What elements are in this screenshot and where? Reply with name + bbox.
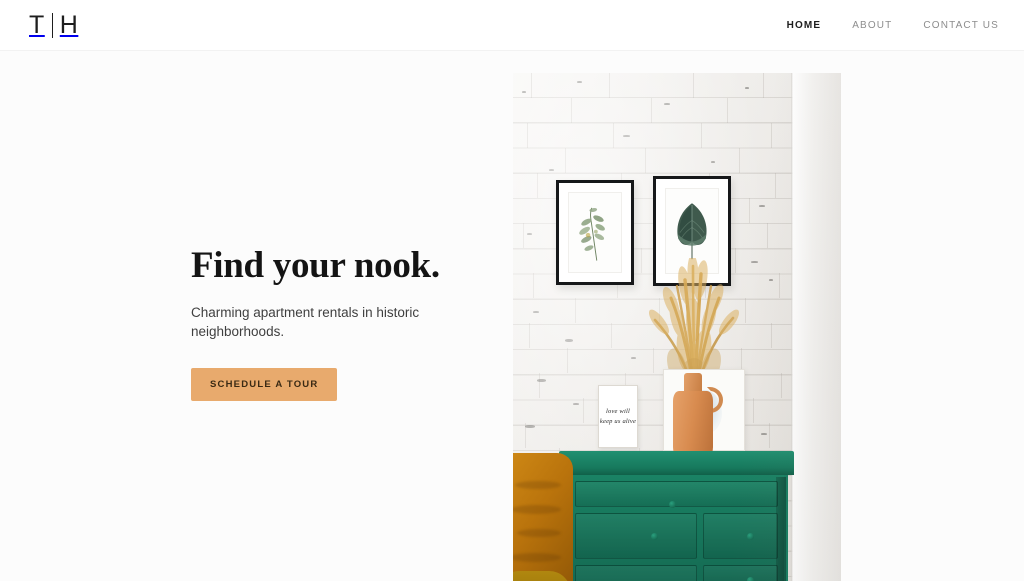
hero-image-scene: love will keep us alive — [513, 73, 841, 581]
dresser-body — [569, 475, 784, 581]
framed-quote-print: love will keep us alive — [598, 385, 638, 448]
green-dresser — [559, 451, 794, 581]
logo-divider-icon — [51, 12, 53, 38]
print-mat — [568, 192, 622, 273]
dresser-top-surface — [559, 451, 794, 475]
hero-section: Find your nook. Charming apartment renta… — [0, 51, 1024, 581]
drawer-right-lower — [703, 565, 778, 581]
dresser-side-panel — [776, 477, 786, 581]
nav-item-home[interactable]: HOME — [787, 14, 822, 37]
drawer-knob — [747, 577, 754, 581]
nav-item-contact-us[interactable]: CONTACT US — [923, 14, 999, 37]
olive-branch-icon — [579, 207, 605, 261]
framed-print-olive-branch — [556, 180, 634, 285]
drawer-left-upper — [575, 513, 697, 559]
side-wall — [793, 73, 841, 581]
drawer-right-upper — [703, 513, 778, 559]
page-title: Find your nook. — [191, 245, 440, 286]
schedule-a-tour-button[interactable]: SCHEDULE A TOUR — [191, 368, 338, 401]
drawer-left-lower — [575, 565, 697, 581]
hero-subtitle: Charming apartment rentals in historic n… — [191, 304, 420, 339]
landing-page: T H HOME ABOUT CONTACT US Find your nook… — [0, 0, 1024, 581]
mustard-cushion — [513, 453, 573, 581]
drawer-knob — [669, 501, 676, 508]
hero-image: love will keep us alive — [513, 73, 841, 581]
drawer-knob — [651, 533, 658, 540]
logo-letter-left: T — [29, 10, 45, 39]
drawer-knob — [747, 533, 754, 540]
site-header: T H HOME ABOUT CONTACT US — [0, 0, 1024, 51]
hero-copy: Find your nook. Charming apartment renta… — [191, 245, 456, 401]
nav-item-about[interactable]: ABOUT — [852, 14, 892, 37]
site-logo[interactable]: T H — [29, 12, 78, 38]
quote-print-text: love will keep us alive — [599, 408, 637, 425]
main-navigation: HOME ABOUT CONTACT US — [756, 14, 999, 37]
drawer-top-wide — [575, 481, 778, 507]
logo-letter-right: H — [59, 10, 79, 39]
